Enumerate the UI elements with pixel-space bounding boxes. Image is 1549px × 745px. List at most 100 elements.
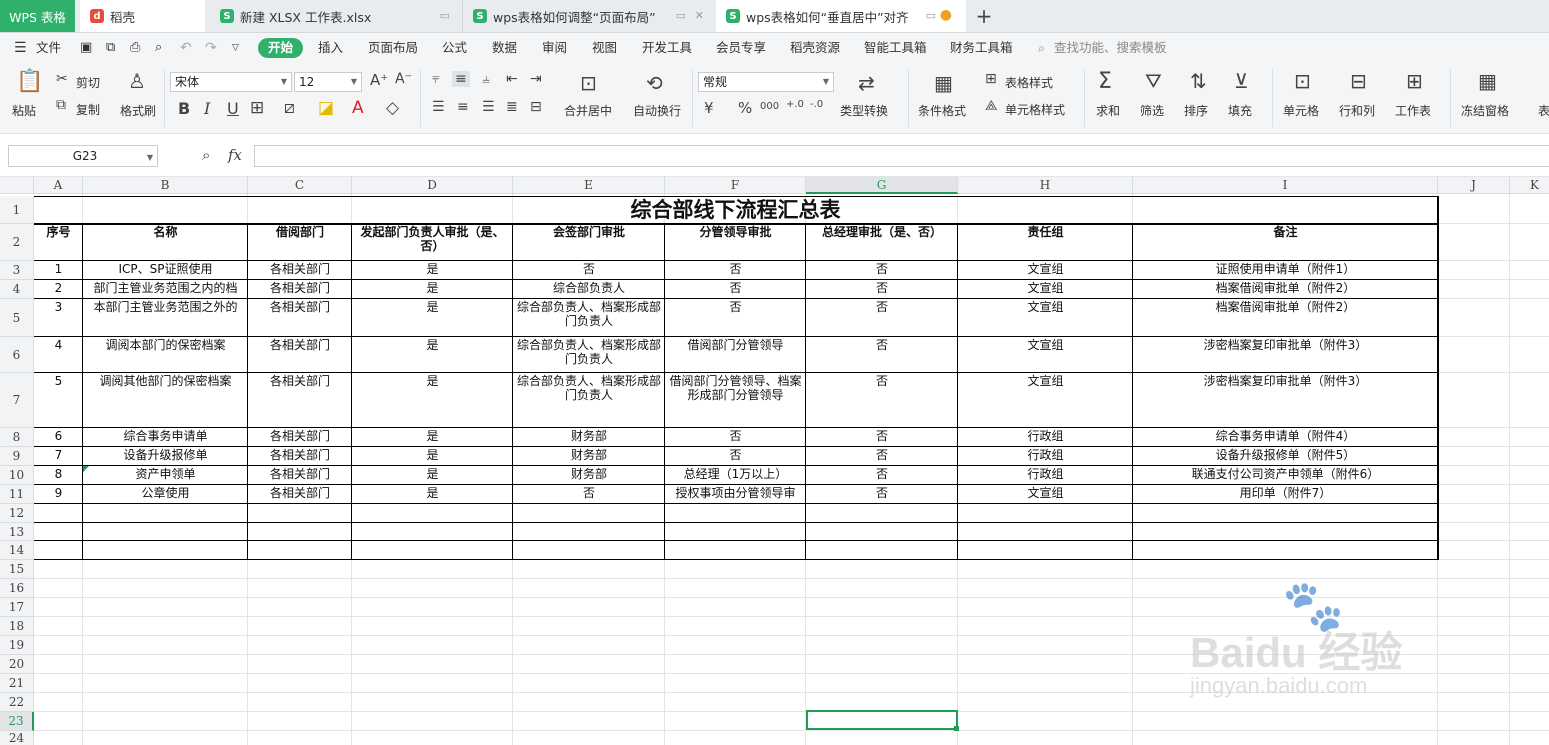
- cell-dept[interactable]: 各相关部门: [248, 280, 352, 299]
- column-header-k[interactable]: K: [1510, 177, 1549, 194]
- cond-format-button[interactable]: 条件格式: [918, 102, 966, 119]
- cell-leader[interactable]: 授权事项由分管领导审: [665, 485, 806, 504]
- cell-gm[interactable]: 否: [806, 280, 958, 299]
- cell-leader[interactable]: 否: [665, 428, 806, 447]
- column-header-f[interactable]: F: [665, 177, 806, 194]
- column-header-e[interactable]: E: [513, 177, 665, 194]
- cell-gm[interactable]: 否: [806, 485, 958, 504]
- select-all-corner[interactable]: [0, 177, 34, 194]
- cell-group[interactable]: 行政组: [958, 447, 1133, 466]
- row-header-17[interactable]: 17: [0, 598, 34, 617]
- menu-finance-toolbox[interactable]: 财务工具箱: [950, 39, 1013, 57]
- header-cell-leader[interactable]: 分管领导审批: [665, 224, 806, 261]
- tab-app[interactable]: WPS 表格: [0, 0, 75, 32]
- cell-dept[interactable]: 各相关部门: [248, 261, 352, 280]
- row-header-23[interactable]: 23: [0, 712, 34, 731]
- header-cell-dept[interactable]: 借阅部门: [248, 224, 352, 261]
- cell-dept[interactable]: 各相关部门: [248, 485, 352, 504]
- tab-docer[interactable]: d 稻壳: [80, 0, 205, 32]
- font-name-select[interactable]: 宋体 ▼: [170, 72, 292, 92]
- header-cell-name[interactable]: 名称: [83, 224, 248, 261]
- cell-dept[interactable]: 各相关部门: [248, 373, 352, 428]
- cell-seq[interactable]: 9: [34, 485, 83, 504]
- cell-countersign[interactable]: 综合部负责人: [513, 280, 665, 299]
- tab-xlsx[interactable]: S 新建 XLSX 工作表.xlsx ▭: [210, 0, 460, 32]
- indent-increase-icon[interactable]: ⇥: [530, 71, 542, 87]
- align-center-icon[interactable]: ≡: [457, 99, 469, 115]
- menu-smart-toolbox[interactable]: 智能工具箱: [864, 39, 927, 57]
- cell-gm[interactable]: 否: [806, 337, 958, 373]
- align-left-icon[interactable]: ☰: [432, 99, 445, 115]
- undo-icon[interactable]: ↶: [180, 39, 192, 57]
- menu-docer[interactable]: 稻壳资源: [790, 39, 840, 57]
- name-box[interactable]: G23 ▼: [8, 145, 158, 167]
- menu-view[interactable]: 视图: [592, 39, 617, 57]
- fill-style-icon[interactable]: ⧄: [284, 98, 295, 118]
- cell-gm[interactable]: 否: [806, 428, 958, 447]
- row-header-9[interactable]: 9: [0, 447, 34, 466]
- cell-seq[interactable]: 4: [34, 337, 83, 373]
- cell-countersign[interactable]: 综合部负责人、档案形成部门负责人: [513, 337, 665, 373]
- formula-input[interactable]: [254, 145, 1549, 167]
- cell-dept[interactable]: 各相关部门: [248, 428, 352, 447]
- menu-insert[interactable]: 插入: [318, 39, 343, 57]
- cell-name[interactable]: 资产申领单: [83, 466, 248, 485]
- header-cell-countersign[interactable]: 会签部门审批: [513, 224, 665, 261]
- cell-gm[interactable]: 否: [806, 299, 958, 337]
- row-header-6[interactable]: 6: [0, 337, 34, 373]
- cut-button[interactable]: 剪切: [76, 74, 100, 91]
- cell-name[interactable]: 部门主管业务范围之内的档: [83, 280, 248, 299]
- menu-start[interactable]: 开始: [258, 38, 304, 58]
- menu-page-layout[interactable]: 页面布局: [368, 39, 418, 57]
- cell-remark[interactable]: 档案借阅审批单（附件2）: [1133, 280, 1438, 299]
- redo-icon[interactable]: ↷: [205, 39, 217, 57]
- row-header-8[interactable]: 8: [0, 428, 34, 447]
- cell-gm[interactable]: 否: [806, 261, 958, 280]
- cell-countersign[interactable]: 财务部: [513, 447, 665, 466]
- cell-name[interactable]: ICP、SP证照使用: [83, 261, 248, 280]
- quick-access-dropdown-icon[interactable]: ▽: [232, 39, 239, 57]
- cell-name[interactable]: 调阅本部门的保密档案: [83, 337, 248, 373]
- preview-icon[interactable]: ⌕: [155, 39, 162, 57]
- column-header-b[interactable]: B: [83, 177, 248, 194]
- hamburger-icon[interactable]: ☰: [14, 39, 27, 57]
- font-color-icon[interactable]: A: [352, 98, 364, 118]
- row-header-21[interactable]: 21: [0, 674, 34, 693]
- cell-initiator[interactable]: 是: [352, 280, 513, 299]
- cell-remark[interactable]: 设备升级报修单（附件5）: [1133, 447, 1438, 466]
- sort-button[interactable]: 排序: [1184, 102, 1208, 119]
- cell-group[interactable]: 文宣组: [958, 373, 1133, 428]
- save-icon[interactable]: ▣: [80, 39, 92, 57]
- cell-initiator[interactable]: 是: [352, 261, 513, 280]
- clear-format-icon[interactable]: ◇: [386, 98, 399, 118]
- cell-dept[interactable]: 各相关部门: [248, 466, 352, 485]
- currency-button[interactable]: ¥: [704, 99, 714, 117]
- cell-name[interactable]: 设备升级报修单: [83, 447, 248, 466]
- row-header-15[interactable]: 15: [0, 560, 34, 579]
- fill-handle[interactable]: [954, 726, 959, 731]
- header-cell-group[interactable]: 责任组: [958, 224, 1133, 261]
- search-input[interactable]: 查找功能、搜索模板: [1054, 39, 1167, 57]
- table-style-button[interactable]: 表格样式: [1005, 74, 1053, 91]
- cell-countersign[interactable]: 综合部负责人、档案形成部门负责人: [513, 299, 665, 337]
- cell-seq[interactable]: 2: [34, 280, 83, 299]
- menu-file[interactable]: 文件: [36, 39, 61, 57]
- cell-countersign[interactable]: 否: [513, 485, 665, 504]
- cell-remark[interactable]: 涉密档案复印审批单（附件3）: [1133, 373, 1438, 428]
- menu-data[interactable]: 数据: [492, 39, 517, 57]
- column-header-a[interactable]: A: [34, 177, 83, 194]
- align-top-icon[interactable]: ⫧: [432, 71, 440, 87]
- header-cell-seq[interactable]: 序号: [34, 224, 83, 261]
- cell-seq[interactable]: 3: [34, 299, 83, 337]
- cell-gm[interactable]: 否: [806, 373, 958, 428]
- format-painter-button[interactable]: 格式刷: [120, 102, 156, 119]
- bold-button[interactable]: B: [178, 99, 190, 118]
- cell-group[interactable]: 文宣组: [958, 299, 1133, 337]
- cell-leader[interactable]: 总经理（1万以上）: [665, 466, 806, 485]
- indent-decrease-icon[interactable]: ⇤: [506, 71, 518, 87]
- column-header-g[interactable]: G: [806, 177, 958, 194]
- cell-initiator[interactable]: 是: [352, 337, 513, 373]
- paste-icon[interactable]: 📋: [16, 69, 43, 94]
- merge-center-button[interactable]: 合并居中: [564, 102, 612, 119]
- distributed-icon[interactable]: ⊟: [530, 99, 542, 115]
